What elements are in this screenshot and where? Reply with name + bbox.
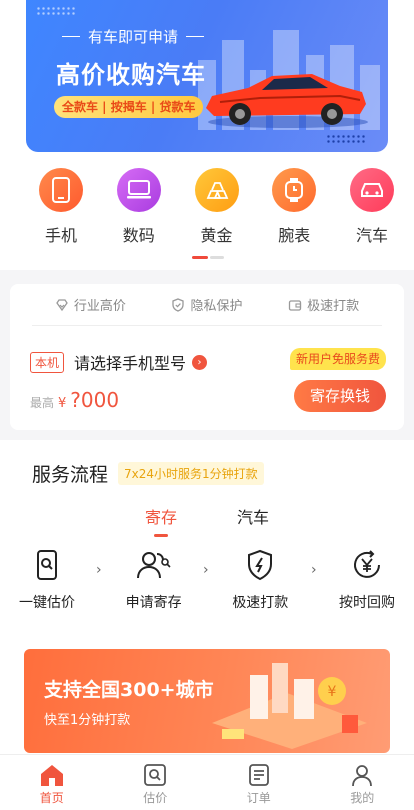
service-tabs: 寄存 汽车 — [0, 504, 414, 537]
phone-icon — [39, 168, 83, 212]
car-buyback-banner[interactable]: 有车即可申请 高价收购汽车 全款车 | 按揭车 | 贷款车 — [26, 0, 388, 152]
category-digital[interactable]: 数码 — [111, 168, 167, 246]
tab-mine[interactable]: 我的 — [322, 755, 402, 810]
category-pager — [192, 256, 224, 259]
yen-cycle-icon — [354, 550, 380, 578]
bottom-tab-bar: 首页 估价 订单 我的 — [0, 754, 414, 810]
currency-symbol: ¥ — [58, 396, 67, 411]
feature-fast-pay: 极速打款 — [288, 295, 359, 314]
tab-car[interactable]: 汽车 — [237, 504, 269, 528]
category-car[interactable]: 汽车 — [344, 168, 400, 246]
svg-text:¥: ¥ — [328, 684, 337, 700]
category-watch[interactable]: 腕表 — [266, 168, 322, 246]
estimate-icon — [144, 764, 167, 786]
arrow-right-icon: › — [192, 354, 208, 370]
orders-icon — [248, 764, 269, 786]
step-label: 极速打款 — [232, 595, 289, 611]
tab-label: 订单 — [246, 791, 271, 805]
valuation-section: 行业高价 隐私保护 极速打款 本机 请选择手机型号 › 新用户免服务费 最高 ¥… — [0, 270, 414, 440]
step-fast-pay: 极速打款 — [227, 548, 293, 612]
model-selector[interactable]: 本机 请选择手机型号 › — [30, 350, 208, 374]
new-user-badge: 新用户免服务费 — [289, 348, 386, 370]
banner-tags: 全款车 | 按揭车 | 贷款车 — [54, 96, 204, 118]
step-label: 按时回购 — [338, 595, 395, 611]
tab-label: 首页 — [39, 791, 64, 805]
phone-search-icon — [37, 550, 57, 580]
banner-section: 有车即可申请 高价收购汽车 全款车 | 按揭车 | 贷款车 — [0, 0, 414, 160]
promo-subtitle: 快至1分钟打款 — [44, 713, 131, 728]
tab-home[interactable]: 首页 — [12, 755, 92, 810]
chevron-right-icon: › — [203, 562, 209, 578]
feature-row: 行业高价 隐私保护 极速打款 — [32, 284, 382, 326]
sports-car-illustration — [206, 74, 368, 128]
nationwide-promo-banner[interactable]: 支持全国300+城市 快至1分钟打款 ¥ — [24, 649, 390, 753]
chevron-right-icon: › — [96, 562, 102, 578]
category-label: 汽车 — [355, 226, 388, 245]
max-price-value: ?000 — [70, 388, 120, 412]
gold-icon — [194, 168, 239, 212]
service-badge: 7x24小时服务1分钟打款 — [118, 462, 264, 485]
feature-privacy: 隐私保护 — [171, 295, 242, 314]
wallet-icon — [288, 299, 302, 311]
step-buyback: 按时回购 — [334, 548, 400, 612]
laptop-icon — [116, 168, 161, 212]
feature-high-price: 行业高价 — [55, 295, 126, 314]
step-estimate: 一键估价 — [14, 548, 80, 612]
this-device-tag: 本机 — [30, 351, 65, 373]
tab-deposit[interactable]: 寄存 — [145, 504, 177, 537]
tab-estimate[interactable]: 估价 — [115, 755, 195, 810]
watch-icon — [272, 168, 317, 212]
app-page: 有车即可申请 高价收购汽车 全款车 | 按揭车 | 贷款车 手机 数码 黄金 腕… — [0, 0, 414, 810]
car-icon — [350, 168, 394, 212]
category-gold[interactable]: 黄金 — [189, 168, 245, 246]
model-prompt: 请选择手机型号 — [74, 354, 187, 373]
user-icon — [352, 765, 373, 787]
store-for-cash-button[interactable]: 寄存换钱 — [294, 380, 386, 412]
users-icon — [136, 552, 171, 579]
service-title: 服务流程 — [32, 464, 109, 486]
valuation-card: 行业高价 隐私保护 极速打款 本机 请选择手机型号 › 新用户免服务费 最高 ¥… — [10, 284, 404, 430]
step-label: 申请寄存 — [125, 595, 182, 611]
category-phone[interactable]: 手机 — [33, 168, 89, 246]
home-icon — [40, 765, 63, 786]
max-price-label: 最高 — [30, 396, 55, 410]
tab-orders[interactable]: 订单 — [219, 755, 299, 810]
banner-subtitle: 有车即可申请 — [54, 26, 212, 47]
tab-label: 我的 — [350, 791, 375, 805]
category-section: 手机 数码 黄金 腕表 汽车 — [0, 160, 414, 270]
shield-icon — [172, 297, 185, 312]
shield-bolt-icon — [248, 549, 273, 581]
category-label: 腕表 — [278, 226, 311, 245]
service-process-section: 服务流程 7x24小时服务1分钟打款 寄存 汽车 一键估价 申请寄存 极速打款 … — [0, 440, 414, 647]
category-label: 手机 — [44, 226, 77, 245]
diamond-icon — [56, 298, 68, 311]
step-label: 一键估价 — [19, 595, 75, 611]
decor-dots — [326, 134, 366, 144]
tab-label: 估价 — [143, 791, 168, 805]
category-label: 黄金 — [200, 226, 233, 245]
decor-dots — [36, 6, 76, 16]
service-steps: 一键估价 申请寄存 极速打款 按时回购 — [0, 548, 414, 612]
step-apply: 申请寄存 — [121, 548, 187, 612]
city-isometric-illustration: ¥ — [212, 663, 367, 749]
promo-title: 支持全国300+城市 — [44, 679, 214, 701]
banner-title: 高价收购汽车 — [56, 61, 206, 89]
promo-section: 支持全国300+城市 快至1分钟打款 ¥ — [0, 647, 414, 760]
chevron-right-icon: › — [311, 562, 317, 578]
max-price-row: 最高 ¥ ?000 — [30, 388, 119, 412]
category-label: 数码 — [122, 226, 155, 245]
